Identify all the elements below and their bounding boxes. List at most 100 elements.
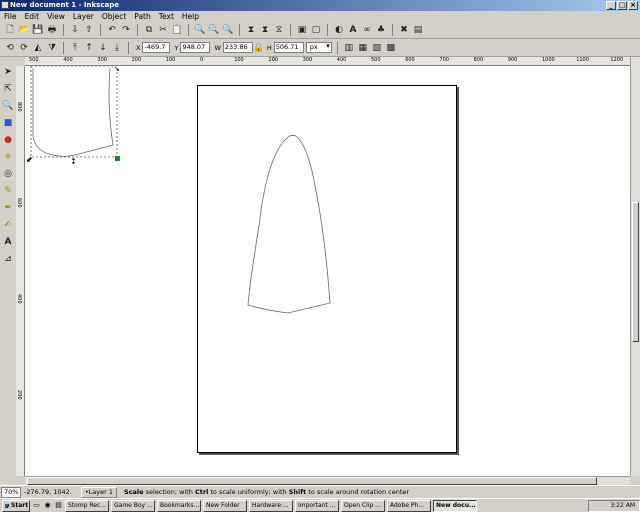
- system-clock: 3:22 AM: [588, 499, 640, 512]
- layer-selector[interactable]: •Layer 1: [80, 486, 118, 498]
- minimize-button[interactable]: _: [606, 1, 616, 10]
- scale-handle-top-right[interactable]: ↘: [114, 66, 120, 73]
- show-desktop-icon[interactable]: ▭: [32, 501, 41, 510]
- raise-top-icon[interactable]: ⤒: [69, 42, 81, 54]
- zoom-drawing-icon[interactable]: 🔍: [208, 24, 220, 36]
- task-new-document[interactable]: New docu...: [433, 499, 477, 512]
- horizontal-scroll-thumb[interactable]: [27, 477, 597, 485]
- rectangle-tool-icon[interactable]: ■: [2, 116, 15, 130]
- task-adobe-ph[interactable]: Adobe Ph...: [387, 499, 431, 512]
- spiral-tool-icon[interactable]: ◎: [2, 167, 15, 181]
- dropper-tool-icon[interactable]: ⊿: [2, 252, 15, 266]
- task-hardware[interactable]: Hardware:...: [249, 499, 293, 512]
- scale-stroke-icon[interactable]: ▥: [343, 42, 355, 54]
- close-button[interactable]: ×: [628, 1, 638, 10]
- menu-path[interactable]: Path: [134, 11, 150, 22]
- menu-view[interactable]: View: [47, 11, 65, 22]
- horizontal-scrollbar[interactable]: [25, 476, 630, 485]
- task-bookmarks[interactable]: Bookmarks...: [157, 499, 201, 512]
- vertical-scrollbar[interactable]: [630, 57, 640, 476]
- document-properties-icon[interactable]: ▤: [412, 24, 424, 36]
- zoom-selection-icon[interactable]: 🔍: [194, 24, 206, 36]
- menu-file[interactable]: File: [4, 11, 17, 22]
- lock-icon[interactable]: 🔒: [253, 42, 264, 54]
- calligraphy-tool-icon[interactable]: ✍: [2, 218, 15, 232]
- rotate-cw-icon[interactable]: ⟳: [18, 42, 30, 54]
- preferences-icon[interactable]: ✖: [398, 24, 410, 36]
- zoom-field[interactable]: 70%: [1, 486, 21, 498]
- paste-icon[interactable]: 📋: [171, 24, 183, 36]
- text-tool-icon[interactable]: A: [2, 235, 15, 249]
- rotate-ccw-icon[interactable]: ⟲: [4, 42, 16, 54]
- menu-object[interactable]: Object: [102, 11, 126, 22]
- new-document-icon[interactable]: 🗋: [4, 24, 16, 36]
- import-icon[interactable]: ⇩: [69, 24, 81, 36]
- status-bar: 70% -276.79, 1042. •Layer 1 Scale select…: [0, 485, 640, 498]
- scale-corners-icon[interactable]: ▦: [357, 42, 369, 54]
- zoom-tool-icon[interactable]: 🔍: [2, 99, 15, 113]
- fill-stroke-icon[interactable]: ◐: [333, 24, 345, 36]
- lower-bottom-icon[interactable]: ⤓: [111, 42, 123, 54]
- menu-help[interactable]: Help: [182, 11, 199, 22]
- maximize-button[interactable]: □: [617, 1, 627, 10]
- flip-vertical-icon[interactable]: ⧩: [46, 42, 58, 54]
- unlink-clone-icon[interactable]: ⧖: [273, 24, 285, 36]
- scale-handle-bottom-right[interactable]: [115, 156, 120, 161]
- pencil-tool-icon[interactable]: ✎: [2, 184, 15, 198]
- shape-outline[interactable]: [247, 134, 331, 314]
- start-button[interactable]: Start: [2, 499, 30, 512]
- menu-layer[interactable]: Layer: [73, 11, 94, 22]
- transform-patterns-icon[interactable]: ▩: [385, 42, 397, 54]
- xml-editor-icon[interactable]: ∞: [361, 24, 373, 36]
- task-important[interactable]: Important ...: [295, 499, 339, 512]
- ungroup-icon[interactable]: ▢: [310, 24, 322, 36]
- undo-icon[interactable]: ↶: [106, 24, 118, 36]
- menu-text[interactable]: Text: [159, 11, 174, 22]
- align-icon[interactable]: ♣: [375, 24, 387, 36]
- raise-icon[interactable]: ↑: [83, 42, 95, 54]
- selected-shape-outline[interactable]: [32, 67, 114, 157]
- zoom-page-icon[interactable]: 🔍: [222, 24, 234, 36]
- open-icon[interactable]: 📂: [18, 24, 30, 36]
- task-game-boy[interactable]: Game Boy ...: [111, 499, 155, 512]
- vertical-ruler[interactable]: 800 600 400 200: [16, 66, 25, 476]
- export-icon[interactable]: ⇧: [83, 24, 95, 36]
- x-input[interactable]: -469.7: [142, 42, 171, 53]
- browser-icon[interactable]: ◉: [43, 501, 52, 510]
- scale-handle-bottom[interactable]: ↕: [70, 157, 77, 166]
- copy-icon[interactable]: ⧉: [143, 24, 155, 36]
- redo-icon[interactable]: ↷: [120, 24, 132, 36]
- clone-icon[interactable]: ⧗: [259, 24, 271, 36]
- ruler-label: 700: [439, 57, 449, 63]
- flip-horizontal-icon[interactable]: ◭: [32, 42, 44, 54]
- height-input[interactable]: 506.71: [273, 42, 304, 53]
- duplicate-icon[interactable]: ⧗: [245, 24, 257, 36]
- explorer-icon[interactable]: ▤: [54, 501, 63, 510]
- pen-tool-icon[interactable]: ✒: [2, 201, 15, 215]
- save-icon[interactable]: 💾: [32, 24, 44, 36]
- drawing-canvas[interactable]: ⬋ ↕ ↘: [25, 66, 630, 476]
- ruler-label: 1200: [610, 57, 624, 63]
- unit-select[interactable]: px: [305, 42, 332, 53]
- task-open-clip[interactable]: Open Clip ...: [341, 499, 385, 512]
- node-tool-icon[interactable]: ⇱: [2, 82, 15, 96]
- scale-handle-bottom-left[interactable]: ⬋: [26, 155, 33, 164]
- star-tool-icon[interactable]: ★: [2, 150, 15, 164]
- width-input[interactable]: 233.86: [222, 42, 253, 53]
- selector-tool-icon[interactable]: ➤: [2, 65, 15, 79]
- vertical-scroll-thumb[interactable]: [632, 202, 639, 342]
- ellipse-tool-icon[interactable]: ●: [2, 133, 15, 147]
- print-icon[interactable]: 🖶: [46, 24, 58, 36]
- ruler-label: 800: [16, 102, 22, 112]
- horizontal-ruler[interactable]: 500 400 300 200 100 0 100 200 300 400 500 600 700 800…: [25, 57, 630, 66]
- menu-edit[interactable]: Edit: [25, 11, 40, 22]
- y-input[interactable]: 948.07: [180, 42, 211, 53]
- text-font-icon[interactable]: A: [347, 24, 359, 36]
- cut-icon[interactable]: ✂: [157, 24, 169, 36]
- group-icon[interactable]: ▣: [296, 24, 308, 36]
- task-stomp-rec[interactable]: Stomp Rec...: [65, 499, 109, 512]
- ruler-label: 0: [200, 57, 204, 63]
- lower-icon[interactable]: ↓: [97, 42, 109, 54]
- transform-gradients-icon[interactable]: ▧: [371, 42, 383, 54]
- task-new-folder[interactable]: New Folder: [203, 499, 247, 512]
